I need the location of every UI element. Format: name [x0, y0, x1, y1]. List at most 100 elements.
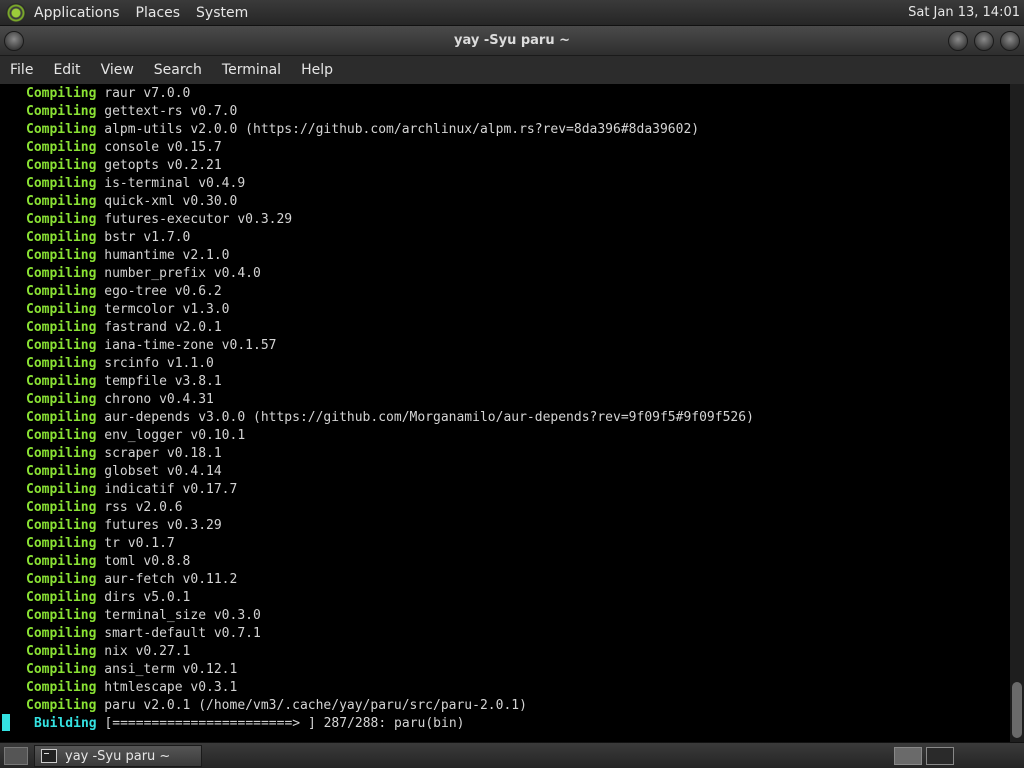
line-text: chrono v0.4.31 — [96, 392, 214, 407]
terminal-line: Compiling tempfile v3.8.1 — [26, 373, 222, 391]
terminal-line: Compiling is-terminal v0.4.9 — [26, 175, 245, 193]
line-text: htmlescape v0.3.1 — [96, 680, 238, 695]
line-text: rss v2.0.6 — [96, 500, 183, 515]
places-menu[interactable]: Places — [136, 5, 181, 21]
line-text: futures v0.3.29 — [96, 518, 222, 533]
line-text: aur-depends v3.0.0 (https://github.com/M… — [96, 410, 754, 425]
line-text: globset v0.4.14 — [96, 464, 222, 479]
terminal-line: Compiling env_logger v0.10.1 — [26, 427, 245, 445]
terminal-line: Compiling scraper v0.18.1 — [26, 445, 222, 463]
terminal-line: Compiling bstr v1.7.0 — [26, 229, 190, 247]
terminal-line: Compiling humantime v2.1.0 — [26, 247, 230, 265]
terminal-line: Compiling paru v2.0.1 (/home/vm3/.cache/… — [26, 697, 527, 715]
maximize-button[interactable] — [974, 31, 994, 51]
line-text: fastrand v2.0.1 — [96, 320, 222, 335]
line-text: ego-tree v0.6.2 — [96, 284, 222, 299]
bottom-panel: yay -Syu paru ~ — [0, 742, 1024, 768]
terminal-line: Compiling futures-executor v0.3.29 — [26, 211, 292, 229]
compiling-keyword: Compiling — [26, 176, 97, 191]
line-text: tr v0.1.7 — [96, 536, 175, 551]
compiling-keyword: Compiling — [26, 338, 97, 353]
terminal-line: Compiling globset v0.4.14 — [26, 463, 222, 481]
terminal-line: Compiling terminal_size v0.3.0 — [26, 607, 261, 625]
line-text: iana-time-zone v0.1.57 — [96, 338, 277, 353]
compiling-keyword: Compiling — [26, 320, 97, 335]
building-progress-text: [=======================> ] 287/288: par… — [96, 716, 465, 731]
compiling-keyword: Compiling — [26, 86, 97, 101]
line-text: is-terminal v0.4.9 — [96, 176, 246, 191]
compiling-keyword: Compiling — [26, 590, 97, 605]
line-text: futures-executor v0.3.29 — [96, 212, 293, 227]
line-text: ansi_term v0.12.1 — [96, 662, 238, 677]
scrollbar-thumb[interactable] — [1012, 682, 1022, 738]
terminal-line: Compiling gettext-rs v0.7.0 — [26, 103, 237, 121]
menu-terminal[interactable]: Terminal — [212, 62, 291, 78]
compiling-keyword: Compiling — [26, 266, 97, 281]
terminal-line: Compiling nix v0.27.1 — [26, 643, 190, 661]
terminal-line: Compiling console v0.15.7 — [26, 139, 222, 157]
line-text: smart-default v0.7.1 — [96, 626, 261, 641]
terminal-line: Compiling futures v0.3.29 — [26, 517, 222, 535]
line-text: paru v2.0.1 (/home/vm3/.cache/yay/paru/s… — [96, 698, 527, 713]
minimize-button[interactable] — [948, 31, 968, 51]
terminal-line: Compiling fastrand v2.0.1 — [26, 319, 222, 337]
compiling-keyword: Compiling — [26, 194, 97, 209]
compiling-keyword: Compiling — [26, 572, 97, 587]
menu-help[interactable]: Help — [291, 62, 343, 78]
clock[interactable]: Sat Jan 13, 14:01 — [908, 5, 1020, 20]
close-button[interactable] — [1000, 31, 1020, 51]
compiling-keyword: Compiling — [26, 248, 97, 263]
terminal-line: Compiling dirs v5.0.1 — [26, 589, 190, 607]
compiling-keyword: Compiling — [26, 662, 97, 677]
terminal-line: Compiling srcinfo v1.1.0 — [26, 355, 214, 373]
workspace-1[interactable] — [894, 747, 922, 765]
applications-menu[interactable]: Applications — [34, 5, 120, 21]
terminal-line: Compiling aur-fetch v0.11.2 — [26, 571, 237, 589]
menubar: File Edit View Search Terminal Help — [0, 56, 1024, 84]
line-text: toml v0.8.8 — [96, 554, 191, 569]
compiling-keyword: Compiling — [26, 374, 97, 389]
taskbar-terminal-label: yay -Syu paru ~ — [65, 748, 171, 764]
show-desktop-icon[interactable] — [4, 747, 28, 765]
line-text: terminal_size v0.3.0 — [96, 608, 261, 623]
line-text: alpm-utils v2.0.0 (https://github.com/ar… — [96, 122, 700, 137]
building-keyword: Building — [34, 716, 97, 731]
compiling-keyword: Compiling — [26, 698, 97, 713]
titlebar[interactable]: yay -Syu paru ~ — [0, 26, 1024, 56]
terminal-line: Compiling termcolor v1.3.0 — [26, 301, 230, 319]
terminal-line: Compiling aur-depends v3.0.0 (https://gi… — [26, 409, 754, 427]
compiling-keyword: Compiling — [26, 140, 97, 155]
taskbar-terminal-button[interactable]: yay -Syu paru ~ — [34, 745, 202, 767]
compiling-keyword: Compiling — [26, 158, 97, 173]
terminal-line: Compiling raur v7.0.0 — [26, 85, 190, 103]
compiling-keyword: Compiling — [26, 302, 97, 317]
line-text: humantime v2.1.0 — [96, 248, 230, 263]
terminal-line: Compiling ansi_term v0.12.1 — [26, 661, 237, 679]
system-menu[interactable]: System — [196, 5, 248, 21]
terminal-line: Compiling iana-time-zone v0.1.57 — [26, 337, 276, 355]
scrollbar[interactable] — [1010, 84, 1024, 742]
line-text: srcinfo v1.1.0 — [96, 356, 214, 371]
workspace-2[interactable] — [926, 747, 954, 765]
line-text: dirs v5.0.1 — [96, 590, 191, 605]
line-text: console v0.15.7 — [96, 140, 222, 155]
terminal-line: Compiling alpm-utils v2.0.0 (https://git… — [26, 121, 699, 139]
terminal-icon — [41, 749, 57, 763]
distro-logo-icon[interactable] — [6, 2, 26, 23]
compiling-keyword: Compiling — [26, 500, 97, 515]
compiling-keyword: Compiling — [26, 680, 97, 695]
line-text: getopts v0.2.21 — [96, 158, 222, 173]
compiling-keyword: Compiling — [26, 464, 97, 479]
line-text: scraper v0.18.1 — [96, 446, 222, 461]
line-text: termcolor v1.3.0 — [96, 302, 230, 317]
menu-edit[interactable]: Edit — [43, 62, 90, 78]
menu-view[interactable]: View — [91, 62, 144, 78]
menu-search[interactable]: Search — [144, 62, 212, 78]
menu-file[interactable]: File — [0, 62, 43, 78]
top-panel: Applications Places System Sat Jan 13, 1… — [0, 0, 1024, 26]
terminal-output[interactable]: Compiling raur v7.0.0 Compiling gettext-r… — [0, 84, 1010, 742]
line-text: tempfile v3.8.1 — [96, 374, 222, 389]
terminal-window: yay -Syu paru ~ File Edit View Search Te… — [0, 26, 1024, 742]
line-text: raur v7.0.0 — [96, 86, 191, 101]
terminal-line: Compiling tr v0.1.7 — [26, 535, 175, 553]
